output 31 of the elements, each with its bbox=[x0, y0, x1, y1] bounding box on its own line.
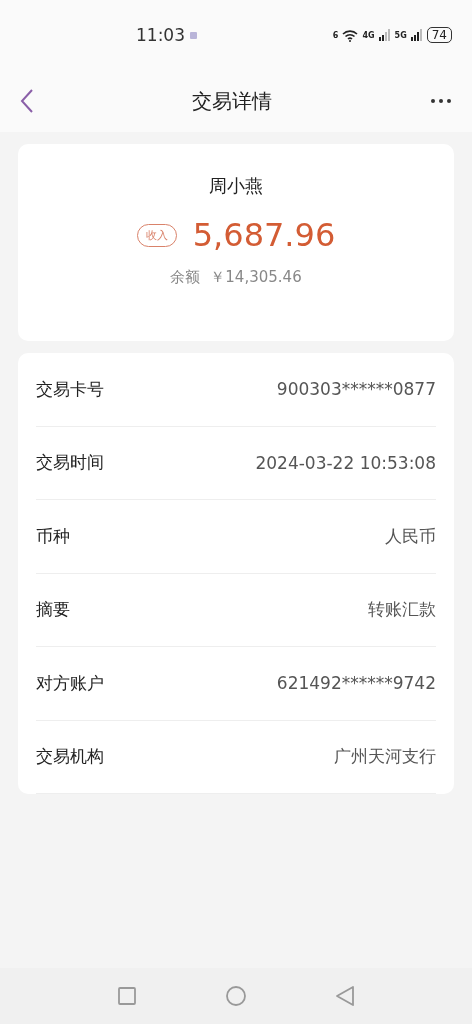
more-icon bbox=[430, 98, 452, 104]
detail-value: 900303******0877 bbox=[276, 379, 436, 400]
wifi-label: 6 bbox=[332, 30, 339, 40]
detail-value: 人民币 bbox=[385, 524, 436, 548]
payer-name: 周小燕 bbox=[209, 174, 263, 198]
detail-value: 广州天河支行 bbox=[334, 745, 436, 769]
detail-label: 对方账户 bbox=[36, 671, 104, 695]
wifi-icon bbox=[342, 28, 359, 42]
detail-value: 621492******9742 bbox=[276, 673, 436, 694]
notification-icon bbox=[189, 30, 198, 40]
detail-label: 交易卡号 bbox=[36, 377, 104, 401]
detail-value: 2024-03-22 10:53:08 bbox=[255, 452, 436, 473]
detail-value: 转账汇款 bbox=[368, 598, 436, 622]
signal-icon bbox=[410, 29, 423, 41]
detail-label: 交易时间 bbox=[36, 451, 104, 475]
status-time: 11:03 bbox=[136, 25, 185, 45]
balance-value: ￥14,305.46 bbox=[210, 268, 302, 287]
detail-label: 交易机构 bbox=[36, 745, 104, 769]
balance-label: 余额 bbox=[170, 268, 201, 287]
page-title: 交易详情 bbox=[192, 87, 272, 115]
detail-label: 币种 bbox=[36, 524, 70, 548]
network-label: 4G bbox=[362, 30, 375, 40]
back-icon bbox=[20, 88, 34, 114]
square-icon bbox=[117, 986, 137, 1006]
network-label: 5G bbox=[394, 30, 407, 40]
detail-label: 摘要 bbox=[36, 598, 70, 622]
signal-icon bbox=[378, 29, 391, 41]
amount: 5,687.96 bbox=[192, 216, 336, 254]
circle-icon bbox=[225, 985, 247, 1007]
battery-level: 74 bbox=[426, 27, 452, 43]
triangle-icon bbox=[335, 985, 355, 1007]
